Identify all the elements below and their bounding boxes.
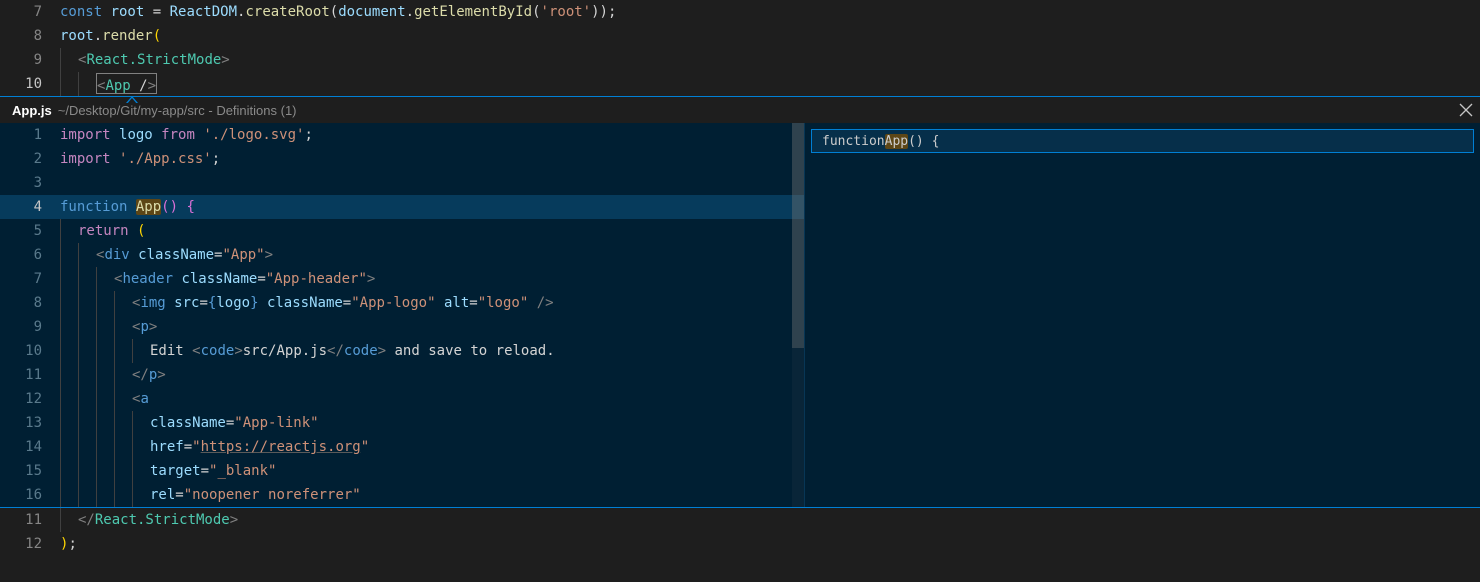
code-line[interactable]: 5return ( [0, 219, 804, 243]
code-line[interactable]: 7<header className="App-header"> [0, 267, 804, 291]
code-content[interactable]: <img src={logo} className="App-logo" alt… [60, 291, 804, 315]
code-line[interactable]: 9<p> [0, 315, 804, 339]
editor-top[interactable]: 7const root = ReactDOM.createRoot(docume… [0, 0, 1480, 96]
code-line[interactable]: 11</p> [0, 363, 804, 387]
editor-root: 7const root = ReactDOM.createRoot(docume… [0, 0, 1480, 582]
code-line[interactable]: 11</React.StrictMode> [0, 508, 1480, 532]
code-line[interactable]: 10Edit <code>src/App.js</code> and save … [0, 339, 804, 363]
line-number: 7 [0, 267, 60, 291]
line-number: 11 [0, 363, 60, 387]
code-content[interactable]: return ( [60, 219, 804, 243]
code-line[interactable]: 4function App() { [0, 195, 804, 219]
peek-reference-list: function App() { [804, 123, 1480, 507]
code-content[interactable]: </p> [60, 363, 804, 387]
line-number: 3 [0, 171, 60, 195]
code-content[interactable]: rel="noopener noreferrer" [60, 483, 804, 507]
line-number: 9 [0, 48, 60, 72]
line-number: 10 [0, 72, 60, 96]
line-number: 12 [0, 532, 60, 556]
editor-bottom[interactable]: 11</React.StrictMode>12); [0, 508, 1480, 556]
code-content[interactable]: root.render( [60, 24, 1480, 48]
line-number: 2 [0, 147, 60, 171]
peek-panel: App.js ~/Desktop/Git/my-app/src - Defini… [0, 96, 1480, 508]
line-number: 11 [0, 508, 60, 532]
code-content[interactable]: ); [60, 532, 1480, 556]
code-content[interactable]: import './App.css'; [60, 147, 804, 171]
code-content[interactable]: <App /> [60, 72, 1480, 96]
code-line[interactable]: 3 [0, 171, 804, 195]
code-content[interactable]: import logo from './logo.svg'; [60, 123, 804, 147]
code-content[interactable] [60, 171, 804, 195]
code-content[interactable]: href="https://reactjs.org" [60, 435, 804, 459]
line-number: 6 [0, 243, 60, 267]
cursor-selection: <App /> [96, 73, 157, 94]
code-content[interactable]: <p> [60, 315, 804, 339]
line-number: 13 [0, 411, 60, 435]
code-line[interactable]: 13className="App-link" [0, 411, 804, 435]
peek-header: App.js ~/Desktop/Git/my-app/src - Defini… [0, 97, 1480, 123]
peek-body: 1import logo from './logo.svg';2import '… [0, 123, 1480, 507]
code-line[interactable]: 12<a [0, 387, 804, 411]
code-line[interactable]: 1import logo from './logo.svg'; [0, 123, 804, 147]
line-number: 10 [0, 339, 60, 363]
line-number: 7 [0, 0, 60, 24]
line-number: 15 [0, 459, 60, 483]
code-line[interactable]: 8<img src={logo} className="App-logo" al… [0, 291, 804, 315]
close-icon[interactable] [1452, 97, 1480, 123]
line-number: 14 [0, 435, 60, 459]
code-content[interactable]: <header className="App-header"> [60, 267, 804, 291]
code-content[interactable]: const root = ReactDOM.createRoot(documen… [60, 0, 1480, 24]
peek-reference-item[interactable]: function App() { [811, 129, 1474, 153]
code-line[interactable]: 2import './App.css'; [0, 147, 804, 171]
line-number: 16 [0, 483, 60, 507]
code-content[interactable]: target="_blank" [60, 459, 804, 483]
peek-scrollbar-thumb[interactable] [792, 123, 804, 348]
code-line[interactable]: 9<React.StrictMode> [0, 48, 1480, 72]
code-content[interactable]: </React.StrictMode> [60, 508, 1480, 532]
peek-file-path: ~/Desktop/Git/my-app/src - Definitions (… [58, 103, 297, 118]
line-number: 5 [0, 219, 60, 243]
line-number: 9 [0, 315, 60, 339]
code-content[interactable]: <a [60, 387, 804, 411]
code-line[interactable]: 10 <App /> [0, 72, 1480, 96]
code-line[interactable]: 8root.render( [0, 24, 1480, 48]
code-line[interactable]: 16rel="noopener noreferrer" [0, 483, 804, 507]
code-line[interactable]: 15target="_blank" [0, 459, 804, 483]
code-line[interactable]: 6<div className="App"> [0, 243, 804, 267]
code-line[interactable]: 7const root = ReactDOM.createRoot(docume… [0, 0, 1480, 24]
code-content[interactable]: className="App-link" [60, 411, 804, 435]
line-number: 8 [0, 24, 60, 48]
line-number: 1 [0, 123, 60, 147]
code-content[interactable]: function App() { [60, 195, 804, 219]
line-number: 8 [0, 291, 60, 315]
peek-scrollbar[interactable] [792, 123, 804, 507]
peek-code[interactable]: 1import logo from './logo.svg';2import '… [0, 123, 804, 507]
code-line[interactable]: 12); [0, 532, 1480, 556]
code-content[interactable]: <React.StrictMode> [60, 48, 1480, 72]
code-content[interactable]: Edit <code>src/App.js</code> and save to… [60, 339, 804, 363]
line-number: 12 [0, 387, 60, 411]
code-content[interactable]: <div className="App"> [60, 243, 804, 267]
peek-file-name: App.js [12, 103, 52, 118]
code-line[interactable]: 14href="https://reactjs.org" [0, 435, 804, 459]
line-number: 4 [0, 195, 60, 219]
